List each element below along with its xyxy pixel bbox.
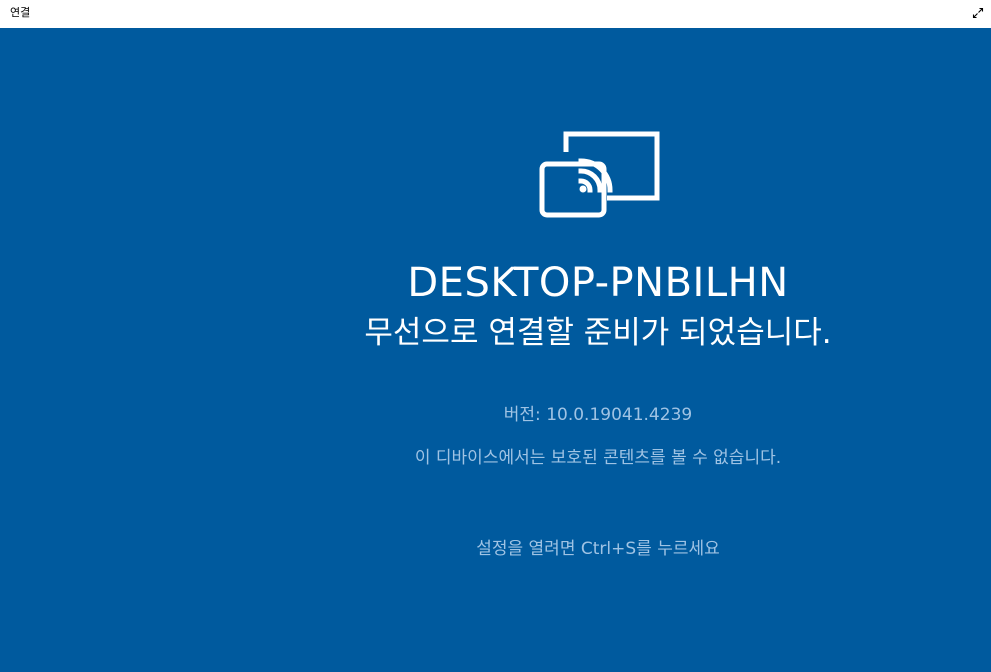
ready-message: 무선으로 연결할 준비가 되었습니다.	[364, 315, 832, 351]
title-bar: 연결	[0, 0, 991, 28]
version-text: 버전: 10.0.19041.4239	[503, 405, 693, 425]
fullscreen-button[interactable]	[965, 0, 991, 26]
settings-hint: 설정을 열려면 Ctrl+S를 누르세요	[476, 539, 720, 559]
window-title: 연결	[10, 6, 31, 19]
wireless-display-cast-icon	[539, 131, 660, 218]
device-name: DESKTOP-PNBILHN	[407, 260, 789, 306]
connect-main-panel: DESKTOP-PNBILHN 무선으로 연결할 준비가 되었습니다. 버전: …	[0, 28, 991, 672]
protected-content-notice: 이 디바이스에서는 보호된 콘텐츠를 볼 수 없습니다.	[414, 448, 782, 468]
expand-diagonal-icon	[972, 7, 984, 19]
